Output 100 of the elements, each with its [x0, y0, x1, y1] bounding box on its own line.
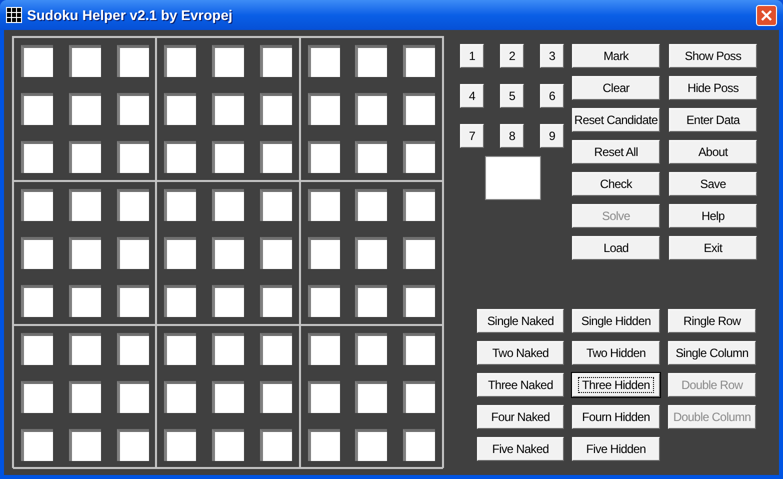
- technique-button[interactable]: Ringle Row: [668, 309, 756, 333]
- cell-field[interactable]: [116, 285, 149, 317]
- cell-field[interactable]: [403, 189, 436, 221]
- cell-field[interactable]: [212, 429, 244, 461]
- action-button[interactable]: Hide Poss: [669, 76, 757, 100]
- technique-button[interactable]: Fourn Hidden: [572, 405, 660, 429]
- cell-field[interactable]: [21, 141, 53, 173]
- cell-field[interactable]: [260, 189, 292, 221]
- cell-field[interactable]: [116, 333, 149, 365]
- number-button[interactable]: 4: [460, 84, 484, 108]
- action-button[interactable]: Check: [572, 172, 660, 196]
- cell-field[interactable]: [355, 333, 388, 365]
- number-button[interactable]: 1: [460, 44, 484, 68]
- technique-button[interactable]: Two Naked: [477, 341, 564, 365]
- cell-field[interactable]: [116, 141, 149, 173]
- cell-field[interactable]: [116, 45, 149, 77]
- cell-field[interactable]: [355, 93, 388, 125]
- cell-field[interactable]: [68, 429, 101, 461]
- cell-field[interactable]: [355, 189, 388, 221]
- action-button[interactable]: Reset Candidate: [572, 108, 660, 132]
- cell-field[interactable]: [164, 285, 196, 317]
- cell-field[interactable]: [403, 381, 436, 413]
- close-button[interactable]: [756, 4, 777, 26]
- action-button[interactable]: Show Poss: [669, 44, 757, 68]
- technique-button[interactable]: Three Hidden: [572, 373, 660, 397]
- cell-field[interactable]: [116, 237, 149, 269]
- cell-field[interactable]: [212, 381, 244, 413]
- technique-button[interactable]: Five Naked: [477, 437, 564, 461]
- cell-field[interactable]: [21, 333, 53, 365]
- cell-field[interactable]: [68, 189, 101, 221]
- cell-field[interactable]: [212, 333, 244, 365]
- cell-field[interactable]: [21, 93, 53, 125]
- action-button[interactable]: Help: [669, 204, 757, 228]
- technique-button[interactable]: Five Hidden: [572, 437, 660, 461]
- cell-field[interactable]: [116, 189, 149, 221]
- cell-field[interactable]: [308, 189, 340, 221]
- cell-field[interactable]: [403, 141, 436, 173]
- cell-field[interactable]: [308, 45, 340, 77]
- cell-field[interactable]: [212, 141, 244, 173]
- cell-field[interactable]: [403, 285, 436, 317]
- cell-field[interactable]: [212, 189, 244, 221]
- number-button[interactable]: 7: [460, 124, 484, 148]
- action-button[interactable]: Save: [669, 172, 757, 196]
- cell-field[interactable]: [212, 45, 244, 77]
- action-button[interactable]: Reset All: [572, 140, 660, 164]
- cell-field[interactable]: [116, 429, 149, 461]
- cell-field[interactable]: [308, 237, 340, 269]
- cell-field[interactable]: [164, 141, 196, 173]
- cell-field[interactable]: [164, 237, 196, 269]
- cell-field[interactable]: [355, 429, 388, 461]
- action-button[interactable]: Clear: [572, 76, 660, 100]
- technique-button[interactable]: Two Hidden: [572, 341, 660, 365]
- cell-field[interactable]: [355, 285, 388, 317]
- action-button[interactable]: Enter Data: [669, 108, 757, 132]
- cell-field[interactable]: [403, 429, 436, 461]
- cell-field[interactable]: [403, 45, 436, 77]
- cell-field[interactable]: [212, 237, 244, 269]
- cell-field[interactable]: [308, 93, 340, 125]
- technique-button[interactable]: Three Naked: [477, 373, 564, 397]
- cell-field[interactable]: [403, 333, 436, 365]
- number-button[interactable]: 3: [540, 44, 564, 68]
- cell-field[interactable]: [260, 429, 292, 461]
- cell-field[interactable]: [164, 93, 196, 125]
- cell-field[interactable]: [308, 429, 340, 461]
- number-button[interactable]: 2: [500, 44, 524, 68]
- cell-field[interactable]: [212, 285, 244, 317]
- cell-field[interactable]: [260, 333, 292, 365]
- cell-field[interactable]: [308, 141, 340, 173]
- cell-field[interactable]: [403, 93, 436, 125]
- cell-field[interactable]: [164, 429, 196, 461]
- action-button[interactable]: Load: [572, 236, 660, 260]
- number-button[interactable]: 8: [500, 124, 524, 148]
- cell-field[interactable]: [68, 45, 101, 77]
- action-button[interactable]: Exit: [669, 236, 757, 260]
- cell-field[interactable]: [260, 381, 292, 413]
- cell-field[interactable]: [308, 285, 340, 317]
- cell-field[interactable]: [403, 237, 436, 269]
- cell-field[interactable]: [260, 237, 292, 269]
- cell-field[interactable]: [212, 93, 244, 125]
- cell-field[interactable]: [164, 189, 196, 221]
- cell-field[interactable]: [260, 93, 292, 125]
- number-button[interactable]: 6: [540, 84, 564, 108]
- cell-field[interactable]: [260, 285, 292, 317]
- cell-field[interactable]: [260, 141, 292, 173]
- cell-field[interactable]: [164, 45, 196, 77]
- cell-field[interactable]: [68, 381, 101, 413]
- cell-field[interactable]: [68, 93, 101, 125]
- cell-field[interactable]: [68, 333, 101, 365]
- cell-field[interactable]: [21, 285, 53, 317]
- cell-field[interactable]: [68, 141, 101, 173]
- technique-button[interactable]: Single Column: [668, 341, 756, 365]
- technique-button[interactable]: Single Naked: [477, 309, 564, 333]
- cell-field[interactable]: [21, 237, 53, 269]
- cell-field[interactable]: [68, 237, 101, 269]
- cell-field[interactable]: [308, 333, 340, 365]
- number-button[interactable]: 9: [540, 124, 564, 148]
- cell-field[interactable]: [164, 381, 196, 413]
- cell-field[interactable]: [355, 141, 388, 173]
- action-button[interactable]: About: [669, 140, 757, 164]
- cell-field[interactable]: [21, 189, 53, 221]
